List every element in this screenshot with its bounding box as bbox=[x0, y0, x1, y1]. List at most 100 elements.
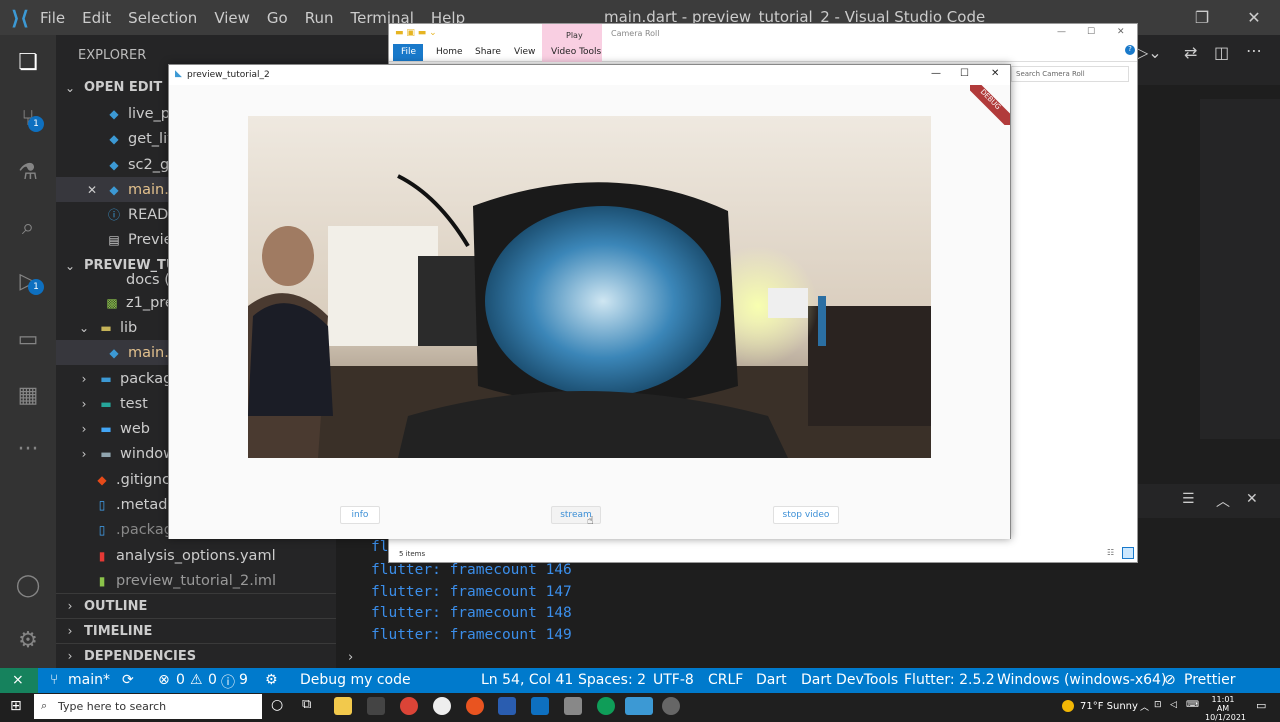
ime-icon[interactable]: ⌨ bbox=[1186, 700, 1199, 710]
play-context-label: Play bbox=[566, 31, 583, 40]
extensions-icon[interactable]: ▦ bbox=[0, 375, 56, 415]
menu-run[interactable]: Run bbox=[305, 9, 334, 27]
menu-selection[interactable]: Selection bbox=[128, 9, 197, 27]
task-view-icon[interactable]: ⧉ bbox=[302, 697, 311, 712]
tab-file[interactable]: File bbox=[401, 47, 416, 57]
section-label: TIMELINE bbox=[84, 623, 153, 639]
terminal-chevron-icon[interactable]: › bbox=[348, 650, 353, 665]
minimap[interactable] bbox=[1200, 99, 1280, 439]
explorer-files-icon[interactable]: ❏ bbox=[0, 42, 56, 82]
debug-launch-icon: ⚙ bbox=[265, 672, 278, 688]
explorer-title: Camera Roll bbox=[611, 29, 660, 38]
tree-item-iml[interactable]: ▮ preview_tutorial_2.iml bbox=[56, 568, 336, 593]
search-icon[interactable]: ⌕ bbox=[0, 207, 56, 247]
volume-icon[interactable]: ◁ bbox=[1170, 700, 1177, 710]
maximize-icon[interactable]: ☐ bbox=[1087, 27, 1095, 37]
restore-icon[interactable]: ❐ bbox=[1176, 0, 1228, 35]
panel-list-icon[interactable]: ☰ bbox=[1182, 491, 1195, 507]
vscode-taskbar-icon[interactable] bbox=[531, 697, 549, 715]
powershell-icon[interactable] bbox=[498, 697, 516, 715]
remote-explorer-icon[interactable]: ▭ bbox=[0, 319, 56, 359]
taskbar-search[interactable]: ⌕ Type here to search bbox=[34, 694, 262, 719]
flutter-app-taskbar-icon[interactable] bbox=[625, 697, 653, 715]
close-editor-icon[interactable]: ✕ bbox=[84, 183, 100, 197]
tray-chevron-icon[interactable]: ︿ bbox=[1140, 700, 1149, 713]
sync-icon[interactable]: ⟳ bbox=[122, 672, 134, 688]
menu-go[interactable]: Go bbox=[267, 9, 288, 27]
file-explorer-icon[interactable] bbox=[334, 697, 352, 715]
chrome-profile-icon[interactable] bbox=[597, 697, 615, 715]
compare-icon[interactable]: ⇄ bbox=[1184, 43, 1197, 62]
source-control-icon[interactable]: ⑂ 1 bbox=[0, 98, 56, 138]
menu-view[interactable]: View bbox=[214, 9, 250, 27]
tab-home[interactable]: Home bbox=[436, 47, 463, 57]
terminal-line: flutter: framecount 147 bbox=[371, 584, 572, 600]
timeline-header[interactable]: › TIMELINE bbox=[56, 618, 336, 643]
tab-video-tools[interactable]: Video Tools bbox=[551, 47, 601, 57]
cortana-icon[interactable]: ○ bbox=[271, 697, 283, 713]
chrome-icon[interactable] bbox=[400, 697, 418, 715]
indentation[interactable]: Spaces: 2 bbox=[578, 672, 646, 688]
notifications-icon[interactable]: ▭ bbox=[1256, 699, 1266, 712]
large-icons-view-icon[interactable] bbox=[1122, 547, 1134, 559]
stop-video-button[interactable]: stop video bbox=[773, 506, 839, 524]
app-icon[interactable] bbox=[433, 697, 451, 715]
weather[interactable]: 71°F Sunny bbox=[1080, 701, 1138, 712]
more-actions-icon[interactable]: ⋯ bbox=[1246, 41, 1262, 60]
close-icon[interactable]: ✕ bbox=[1117, 27, 1125, 37]
help-icon[interactable]: ? bbox=[1125, 45, 1135, 55]
close-icon[interactable]: ✕ bbox=[1228, 0, 1280, 35]
accounts-icon[interactable]: ◯ bbox=[0, 565, 56, 605]
remote-indicator[interactable]: ⨯ bbox=[0, 668, 38, 693]
debug-banner-label: DEBUG bbox=[970, 85, 1010, 125]
device-selector[interactable]: Windows (windows-x64) bbox=[997, 672, 1166, 688]
folder-icon: ▬ bbox=[100, 446, 112, 461]
details-view-icon[interactable]: ☷ bbox=[1107, 548, 1114, 557]
menu-edit[interactable]: Edit bbox=[82, 9, 111, 27]
activity-bar: ❏ ⑂ 1 ⚗ ⌕ ▷ 1 ▭ ▦ ··· ◯ ⚙ bbox=[0, 35, 56, 668]
maximize-panel-icon[interactable]: ︿ bbox=[1216, 491, 1230, 511]
app-window-icon[interactable] bbox=[564, 697, 582, 715]
info-count[interactable]: 9 bbox=[239, 672, 248, 688]
info-button[interactable]: info bbox=[340, 506, 380, 524]
menu-file[interactable]: File bbox=[40, 9, 65, 27]
outline-header[interactable]: › OUTLINE bbox=[56, 593, 336, 618]
flutter-app-window: ◣ preview_tutorial_2 — ☐ ✕ DEBUG info st… bbox=[168, 64, 1011, 539]
line-ending[interactable]: CRLF bbox=[708, 672, 743, 688]
encoding[interactable]: UTF-8 bbox=[653, 672, 694, 688]
language-mode[interactable]: Dart bbox=[756, 672, 787, 688]
prettier[interactable]: Prettier bbox=[1184, 672, 1236, 688]
scm-badge: 1 bbox=[28, 116, 44, 132]
flutter-version[interactable]: Flutter: 2.5.2 bbox=[904, 672, 995, 688]
settings-gear-icon[interactable]: ⚙ bbox=[0, 620, 56, 660]
split-editor-icon[interactable]: ◫ bbox=[1214, 43, 1229, 62]
terminal-line: flutter: framecount 146 bbox=[371, 562, 572, 578]
close-icon[interactable]: ✕ bbox=[991, 68, 999, 79]
debug-config[interactable]: Debug my code bbox=[300, 672, 411, 688]
terminal-line: flutter: framecount 149 bbox=[371, 627, 572, 643]
testing-icon[interactable]: ⚗ bbox=[0, 152, 56, 192]
ubuntu-icon[interactable] bbox=[466, 697, 484, 715]
tree-item-analysis[interactable]: ▮ analysis_options.yaml bbox=[56, 543, 336, 568]
windows-start-icon[interactable]: ⊞ bbox=[10, 698, 22, 714]
tab-view[interactable]: View bbox=[514, 47, 535, 57]
cursor-position[interactable]: Ln 54, Col 41 bbox=[481, 672, 573, 688]
clock[interactable]: 11:01 AM 10/1/2021 bbox=[1205, 695, 1246, 722]
error-count[interactable]: 0 bbox=[176, 672, 185, 688]
minimize-icon[interactable]: — bbox=[1057, 27, 1066, 37]
branch-label[interactable]: main* bbox=[68, 672, 110, 688]
dependencies-header[interactable]: › DEPENDENCIES bbox=[56, 643, 336, 668]
maximize-icon[interactable]: ☐ bbox=[960, 68, 969, 79]
warning-count[interactable]: 0 bbox=[208, 672, 217, 688]
tab-share[interactable]: Share bbox=[475, 47, 501, 57]
run-icon[interactable]: ▷⌄ bbox=[1136, 43, 1162, 62]
close-panel-icon[interactable]: ✕ bbox=[1246, 491, 1258, 507]
app-icon[interactable] bbox=[662, 697, 680, 715]
run-debug-icon[interactable]: ▷ 1 bbox=[0, 261, 56, 301]
terminal-app-icon[interactable] bbox=[367, 697, 385, 715]
more-icon[interactable]: ··· bbox=[0, 429, 56, 469]
network-icon[interactable]: ⊡ bbox=[1154, 700, 1162, 710]
explorer-search-input[interactable]: Search Camera Roll bbox=[1011, 66, 1129, 82]
minimize-icon[interactable]: — bbox=[931, 68, 941, 79]
dart-devtools[interactable]: Dart DevTools bbox=[801, 672, 898, 688]
